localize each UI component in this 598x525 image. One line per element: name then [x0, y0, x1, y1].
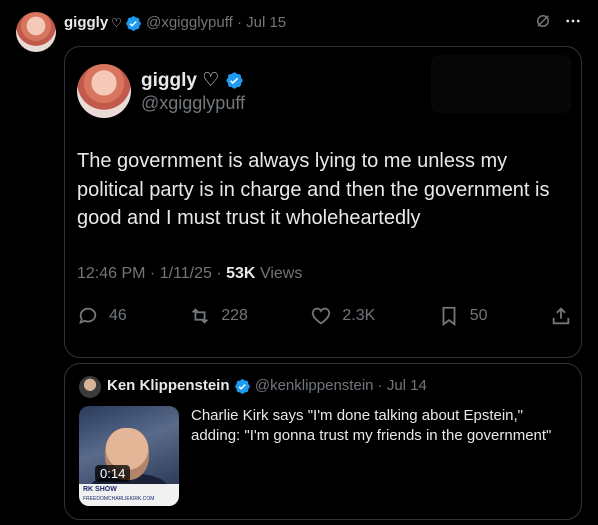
share-icon [552, 307, 570, 325]
author-avatar[interactable] [16, 12, 56, 52]
repost-count: 228 [221, 307, 248, 324]
quoted-author-name: Ken Klippenstein [107, 377, 230, 394]
quoted-post-date: Jul 14 [386, 377, 427, 394]
embedded-views-label: Views [259, 265, 303, 282]
separator: · [377, 377, 383, 394]
like-action: 2.3K [310, 305, 375, 327]
author-name-heart: ♡ [111, 16, 122, 30]
author-name[interactable]: giggly [64, 14, 108, 31]
header-icons [534, 12, 582, 30]
embedded-post-text: The government is always lying to me unl… [77, 150, 550, 229]
quoted-author-line: Ken Klippenstein @kenklippenstein · Jul … [107, 377, 427, 395]
author-handle[interactable]: @xgigglypuff [146, 14, 233, 31]
thumbnail-banner-text: RK SHOW [83, 486, 117, 493]
embedded-time-date: 12:46 PM · 1/11/25 · [77, 265, 222, 282]
embedded-author-avatar [77, 64, 131, 118]
reply-icon [79, 307, 97, 324]
author-line: giggly ♡ @xgigglypuff · Jul 15 [64, 13, 286, 33]
quoted-author-avatar [79, 376, 101, 398]
like-icon [312, 307, 331, 325]
grok-icon[interactable] [534, 12, 552, 30]
verified-icon [225, 72, 243, 90]
post-date[interactable]: Jul 15 [246, 14, 286, 31]
embedded-action-bar: 46 228 2.3K 50 [77, 303, 572, 329]
bookmark-count: 50 [469, 307, 488, 324]
video-duration-badge: 0:14 [95, 465, 131, 482]
quoted-post-card[interactable]: Ken Klippenstein @kenklippenstein · Jul … [64, 363, 582, 520]
blurred-region [431, 55, 571, 113]
reply-count: 46 [109, 307, 127, 324]
more-icon[interactable] [564, 12, 582, 30]
embedded-views-count: 53K [226, 265, 256, 282]
like-count: 2.3K [342, 307, 376, 324]
embedded-author-name: giggly ♡ [141, 70, 220, 91]
thumbnail-banner-subtext: FREEDOMCHARLIEKIRK.COM [83, 496, 155, 502]
repost-action: 228 [189, 305, 248, 327]
post-header: giggly ♡ @xgigglypuff · Jul 15 [16, 10, 582, 52]
quoted-post-text: Charlie Kirk says "I'm done talking abou… [191, 407, 552, 444]
reply-action: 46 [77, 305, 127, 327]
verified-icon [234, 378, 250, 394]
embedded-author-handle: @xgigglypuff [141, 93, 246, 113]
bookmark-action: 50 [438, 305, 488, 327]
share-action [550, 305, 572, 327]
embedded-post-card[interactable]: giggly ♡ @xgigglypuff The government is … [64, 46, 582, 358]
bookmark-icon [442, 306, 456, 327]
separator: · [236, 14, 242, 31]
embedded-author-line: giggly ♡ [141, 69, 244, 92]
video-thumbnail[interactable]: RK SHOW FREEDOMCHARLIEKIRK.COM 0:14 [79, 406, 179, 506]
repost-icon [192, 308, 209, 324]
quoted-author-handle: @kenklippenstein [254, 377, 374, 394]
embedded-post-meta: 12:46 PM · 1/11/25 · 53K Views [77, 265, 302, 283]
verified-icon [126, 15, 141, 31]
